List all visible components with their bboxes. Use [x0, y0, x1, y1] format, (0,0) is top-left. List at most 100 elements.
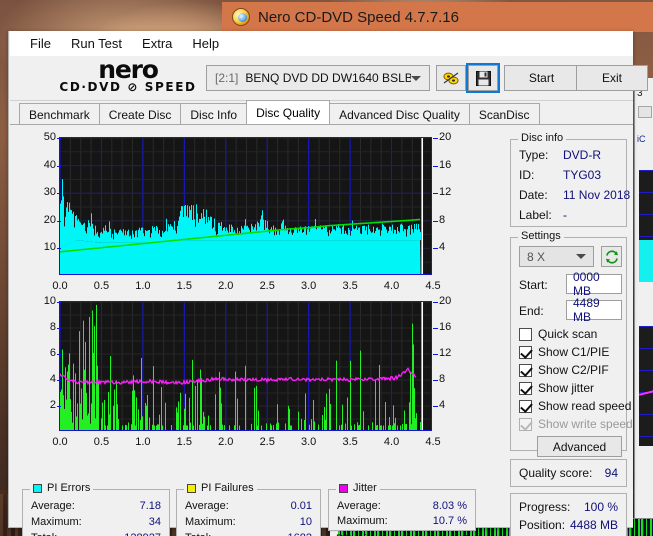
y2-tick-mark	[433, 248, 438, 250]
progress-value: 100 %	[583, 500, 618, 514]
y-tick-label: 10	[43, 295, 56, 307]
y-tick-label: 20	[43, 213, 56, 226]
pi-errors-maximum-row: Maximum: 34	[31, 516, 161, 528]
jitter-stats-title: Jitter	[336, 482, 380, 494]
background-window-button[interactable]	[638, 106, 652, 118]
y-tick-mark	[57, 406, 61, 407]
pi-errors-average-row: Average: 7.18	[31, 500, 161, 512]
pi-failures-maximum-row: Maximum: 10	[185, 516, 312, 528]
chevron-down-icon[interactable]	[576, 254, 586, 259]
tab-disc-quality[interactable]: Disc Quality	[246, 100, 331, 124]
start-button[interactable]: Start	[504, 65, 579, 91]
y2-tick-mark	[433, 220, 438, 222]
pi-failures-label: PI Failures	[201, 482, 254, 494]
chevron-down-icon[interactable]	[411, 75, 421, 81]
start-mb-input[interactable]: 0000 MB	[566, 270, 622, 298]
y2-tick-label: 12	[439, 186, 452, 199]
position-value: 4488 MB	[569, 518, 618, 532]
progress-key: Progress:	[519, 500, 571, 514]
show-write-speed-label: Show write speed	[538, 417, 633, 431]
jitter-label: Jitter	[353, 482, 377, 494]
settings-title: Settings	[518, 230, 564, 242]
tab-create-disc[interactable]: Create Disc	[98, 103, 182, 124]
show-jitter-checkbox[interactable]: Show jitter	[519, 381, 594, 395]
window-title-bar[interactable]: Nero CD-DVD Speed 4.7.7.16	[222, 2, 653, 32]
x-tick-label: 0.0	[52, 280, 68, 292]
show-jitter-label: Show jitter	[538, 381, 595, 395]
tab-scandisc[interactable]: ScanDisc	[468, 103, 540, 124]
pi-failures-total-row: Total: 1682	[185, 532, 312, 536]
show-c1-pie-checkbox[interactable]: Show C1/PIE	[519, 345, 609, 359]
x-tick-label: 2.5	[259, 280, 275, 292]
pi-errors-stats-box: PI Errors Average: 7.18 Maximum: 34 Tota…	[22, 482, 170, 536]
tab-advanced-disc-quality[interactable]: Advanced Disc Quality	[329, 103, 470, 124]
x-tick-label: 4.0	[383, 436, 400, 448]
pi-failures-average-key: Average:	[185, 500, 229, 512]
end-mb-value: 4489 MB	[573, 296, 600, 324]
pi-errors-total-value: 128927	[124, 532, 161, 536]
y-tick-mark	[57, 220, 61, 222]
jitter-color-swatch	[339, 483, 348, 493]
start-mb-value: 0000 MB	[573, 270, 600, 298]
pi-errors-average-value: 7.18	[139, 500, 161, 512]
start-mb-label: Start:	[519, 278, 548, 292]
x-tick-label: 2.5	[259, 436, 275, 448]
x-tick-label: 1.5	[176, 436, 192, 448]
y-tick-label: 8	[49, 321, 56, 333]
y-tick-label: 40	[43, 158, 56, 171]
y-tick-label: 50	[43, 131, 56, 143]
x-tick-label: 2.0	[218, 280, 234, 292]
tab-benchmark[interactable]: Benchmark	[19, 103, 100, 124]
disc-info-title: Disc info	[518, 132, 567, 144]
checkbox-checked-icon	[519, 399, 532, 413]
menu-item-run-test[interactable]: Run Test	[61, 34, 132, 53]
y2-tick-mark	[433, 165, 438, 167]
progress-group: Progress: 100 % Position: 4488 MB Speed:…	[510, 493, 627, 536]
jitter-average-key: Average:	[337, 500, 381, 512]
x-tick-label: 1.0	[135, 280, 151, 292]
pi-failures-maximum-value: 10	[299, 516, 312, 528]
pi-errors-label: PI Errors	[47, 482, 91, 494]
x-tick-label: 1.0	[135, 436, 151, 448]
jitter-maximum-key: Maximum:	[337, 515, 388, 527]
show-c1-pie-label: Show C1/PIE	[538, 345, 610, 359]
quality-score-label: Quality score:	[519, 466, 593, 480]
end-mb-input[interactable]: 4489 MB	[566, 296, 622, 324]
pi-failures-maximum-key: Maximum:	[185, 516, 236, 528]
refresh-speed-button[interactable]	[601, 246, 622, 267]
quick-scan-checkbox[interactable]: Quick scan	[519, 327, 597, 341]
disc-id-value: TYG03	[563, 168, 602, 182]
menu-item-file[interactable]: File	[20, 34, 61, 53]
refresh-icon	[605, 249, 618, 264]
background-window-right[interactable]: 3 iC	[634, 78, 653, 528]
show-read-speed-checkbox[interactable]: Show read speed	[519, 399, 631, 413]
show-c2-pif-label: Show C2/PIF	[538, 363, 609, 377]
x-tick-label: 1.5	[176, 280, 192, 292]
pi-failures-chart: 2 4 6 8 10 4 8 12 16 20 0.0 0.5 1.0 1.5 2.0 2.5 3.0 3.5…	[18, 293, 498, 471]
tab-disc-info[interactable]: Disc Info	[180, 103, 248, 124]
disc-label-key: Label:	[519, 208, 552, 222]
pi-failures-stats-box: PI Failures Average: 0.01 Maximum: 10 To…	[176, 482, 321, 536]
menu-item-help[interactable]: Help	[182, 34, 229, 53]
menu-item-extra[interactable]: Extra	[132, 34, 182, 53]
disc-type-value: DVD-R	[563, 148, 601, 162]
end-mb-label: End:	[519, 304, 544, 318]
show-c2-pif-checkbox[interactable]: Show C2/PIF	[519, 363, 609, 377]
x-tick-label: 3.0	[301, 436, 317, 448]
eject-disc-button[interactable]	[436, 65, 466, 91]
y-tick-mark	[57, 354, 61, 355]
pi-failures-series	[60, 302, 431, 430]
drive-select-dropdown[interactable]: [2:1] BENQ DVD DD DW1640 BSLB	[206, 65, 430, 91]
drive-id-label: [2:1]	[215, 71, 239, 85]
advanced-button[interactable]: Advanced	[537, 436, 622, 457]
drive-name-label: BENQ DVD DD DW1640 BSLB	[245, 71, 411, 85]
y2-tick-label: 8	[439, 213, 446, 226]
save-results-button[interactable]	[466, 63, 500, 93]
checkbox-checked-icon	[519, 345, 532, 359]
pi-errors-series	[60, 138, 431, 274]
disc-date-key: Date:	[519, 188, 548, 202]
exit-button[interactable]: Exit	[576, 65, 648, 91]
quality-score-group: Quality score: 94	[510, 459, 627, 487]
speed-select[interactable]: 8 X	[519, 246, 594, 267]
checkbox-icon	[519, 327, 532, 341]
